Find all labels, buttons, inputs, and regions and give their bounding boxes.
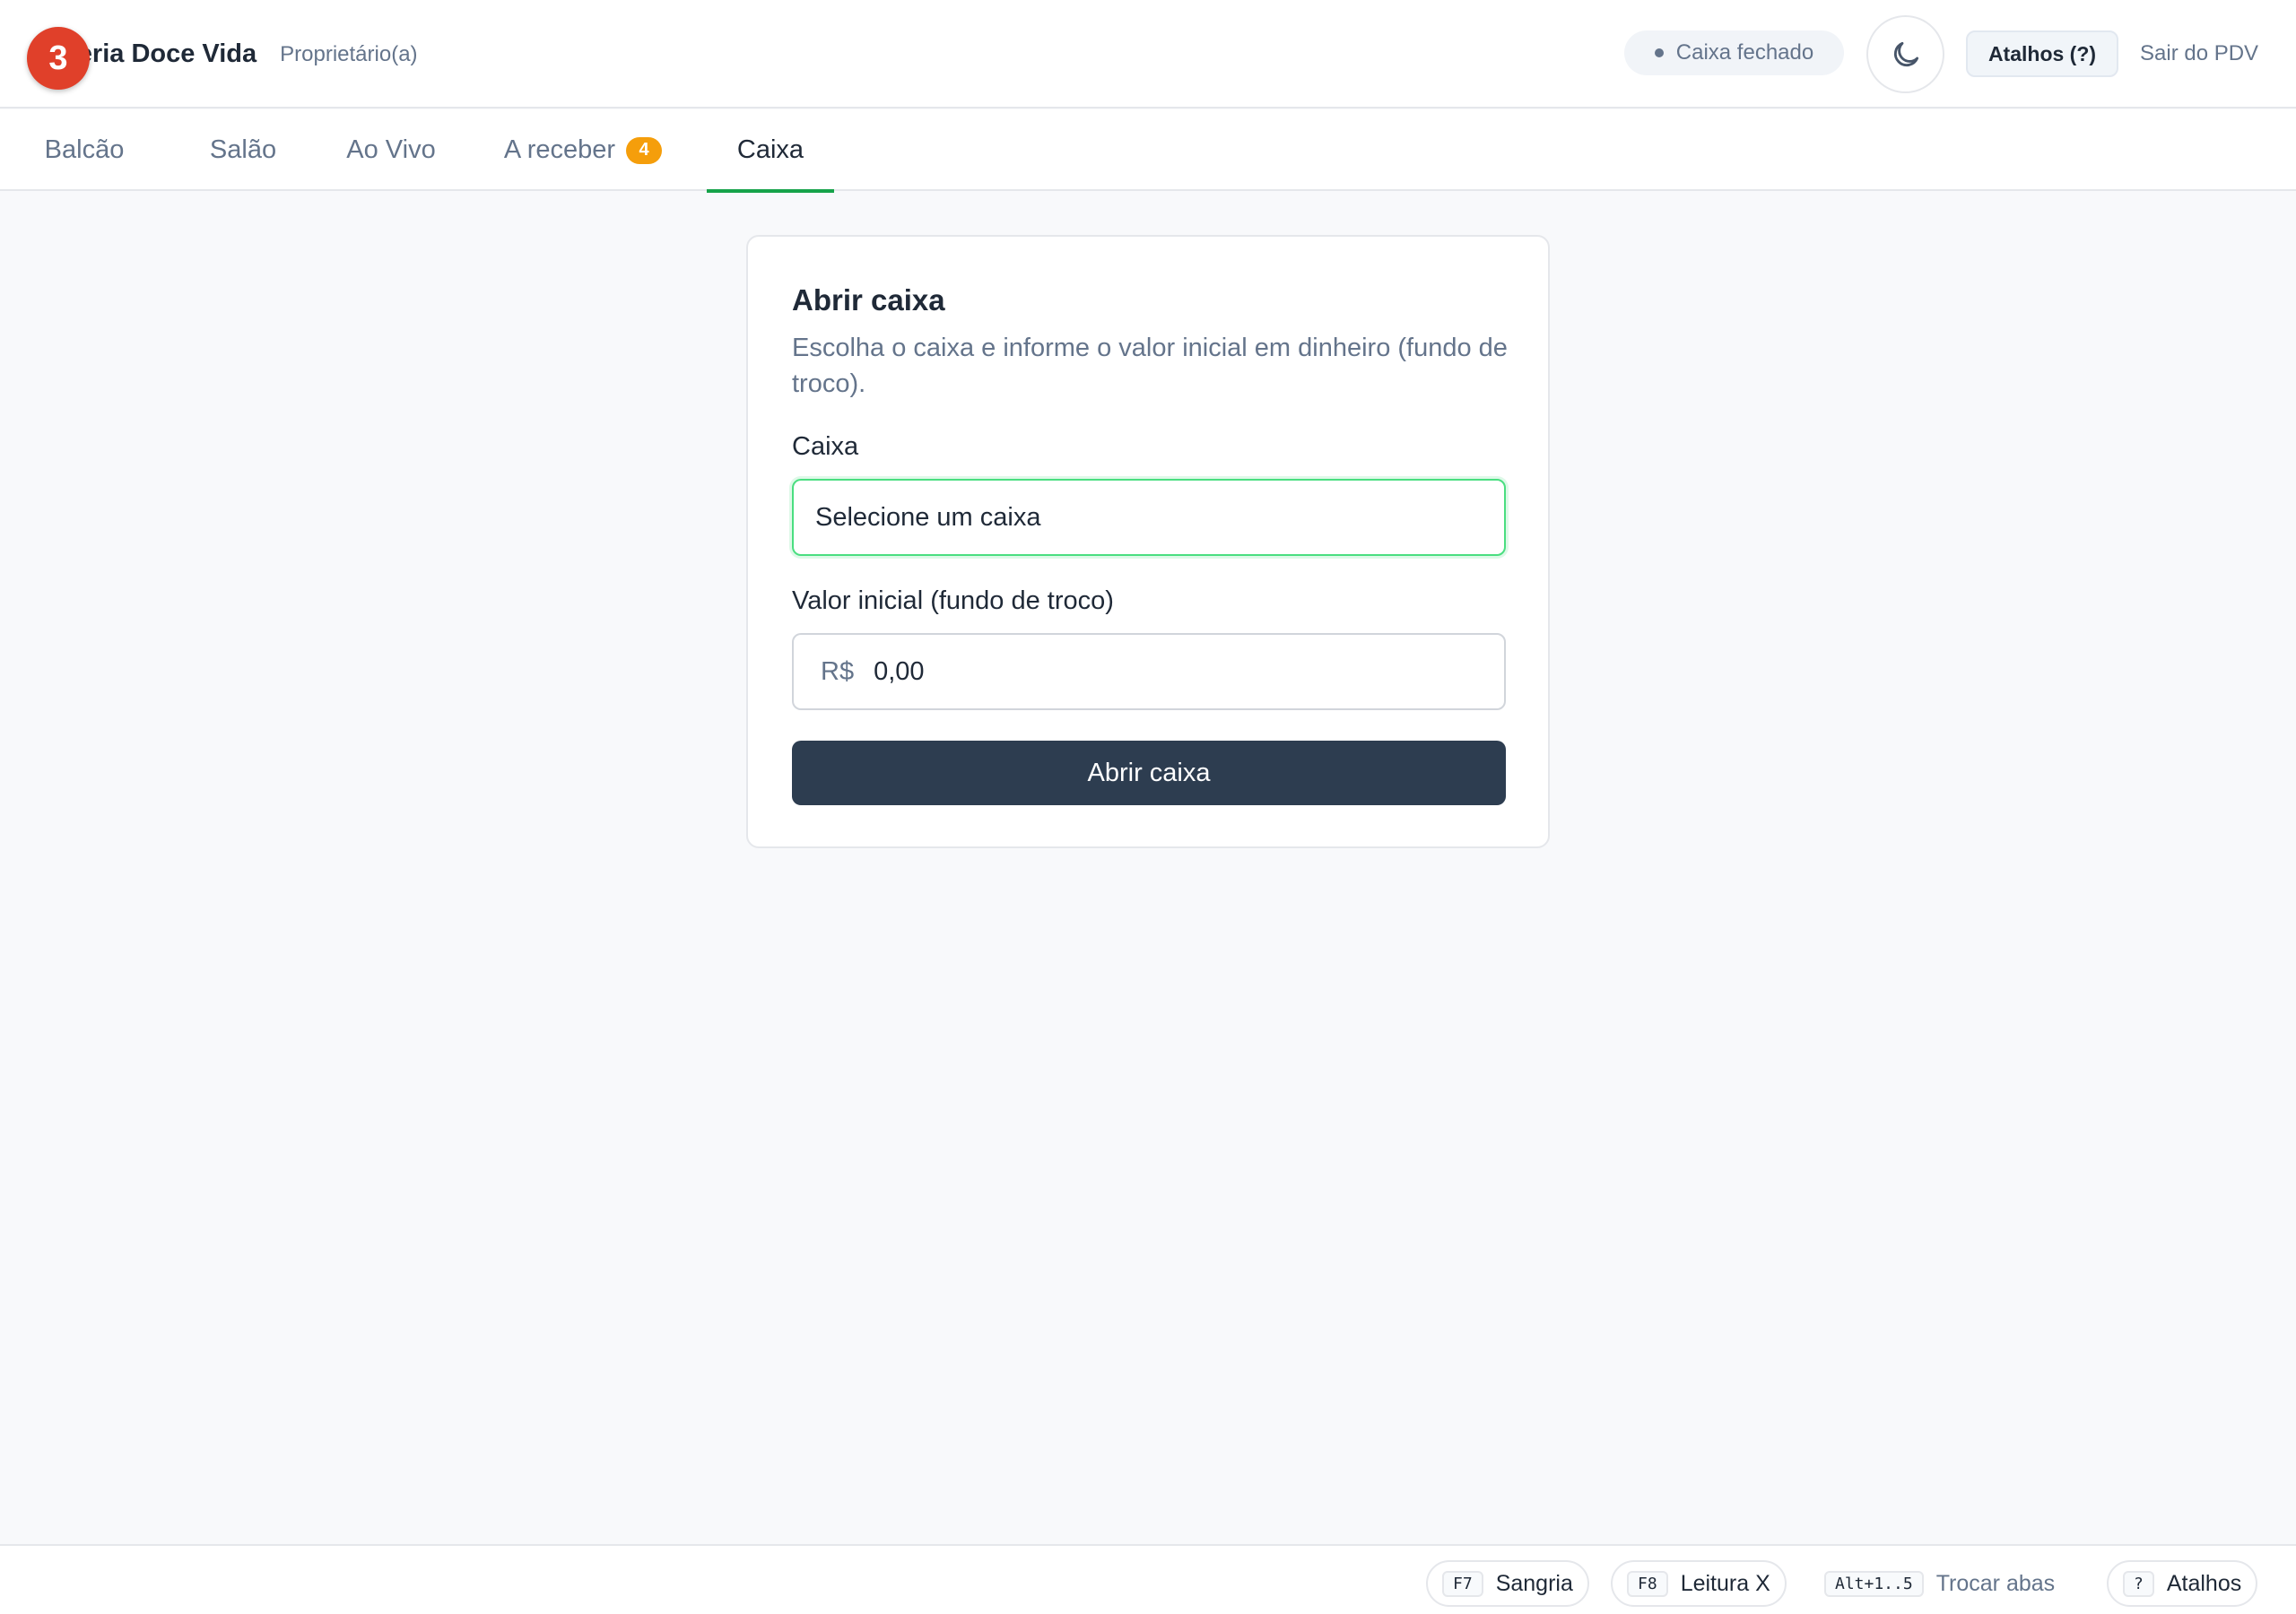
shortcut-sangria[interactable]: F7 Sangria — [1426, 1560, 1589, 1607]
tab-label: Salão — [209, 135, 277, 164]
shortcut-label: Sangria — [1495, 1570, 1573, 1596]
register-status-badge: Caixa fechado — [1624, 30, 1844, 75]
status-dot-icon — [1654, 48, 1664, 57]
amount-field[interactable]: R$ — [792, 633, 1506, 710]
amount-input[interactable] — [874, 656, 1484, 687]
shortcut-label: Trocar abas — [1935, 1570, 2056, 1596]
card-description: Escolha o caixa e informe o valor inicia… — [792, 334, 1508, 398]
pending-count-badge: 4 — [626, 136, 663, 164]
theme-toggle-button[interactable] — [1866, 15, 1944, 93]
register-field-label: Caixa — [792, 432, 859, 461]
tab-label: Ao Vivo — [346, 135, 436, 164]
key-hint: F7 — [1442, 1570, 1483, 1597]
tab-balcao[interactable]: Balcão — [29, 109, 140, 191]
pdv-page: Doceria Doce Vida Proprietário(a) 3 Caix… — [0, 0, 2296, 1614]
user-role: Proprietário(a) — [280, 41, 418, 66]
shortcut-atalhos[interactable]: ? Atalhos — [2107, 1560, 2258, 1607]
shortcut-label: Atalhos — [2166, 1570, 2242, 1596]
register-select-value: Selecione um caixa — [815, 502, 1041, 532]
shortcuts-button[interactable]: Atalhos (?) — [1966, 30, 2118, 77]
amount-field-label: Valor inicial (fundo de troco) — [792, 586, 1114, 615]
tab-label: Caixa — [736, 135, 804, 164]
card-title: Abrir caixa — [792, 283, 945, 317]
open-register-card: Abrir caixa Escolha o caixa e informe o … — [746, 235, 1550, 848]
tab-bar: Balcão Salão Ao Vivo A receber 4 Caixa — [0, 109, 2296, 193]
shortcut-label: Leitura X — [1680, 1570, 1770, 1596]
tab-caixa[interactable]: Caixa — [707, 109, 834, 193]
key-hint: F8 — [1627, 1570, 1668, 1597]
moon-icon — [1893, 41, 1918, 66]
key-hint: ? — [2123, 1570, 2154, 1597]
shortcut-footer: F7 Sangria F8 Leitura X Alt+1..5 Trocar … — [0, 1544, 2296, 1614]
register-status-label: Caixa fechado — [1675, 40, 1814, 65]
top-bar: Doceria Doce Vida Proprietário(a) 3 Caix… — [0, 0, 2296, 108]
key-hint: Alt+1..5 — [1824, 1570, 1924, 1597]
exit-pdv-link[interactable]: Sair do PDV — [2140, 30, 2258, 77]
tab-salao[interactable]: Salão — [179, 109, 307, 191]
currency-prefix: R$ — [821, 656, 855, 686]
shortcut-leitura-x[interactable]: F8 Leitura X — [1611, 1560, 1787, 1607]
tab-label: A receber — [503, 135, 616, 164]
notification-badge[interactable]: 3 — [27, 27, 90, 90]
tab-ao-vivo[interactable]: Ao Vivo — [335, 109, 448, 191]
register-select[interactable]: Selecione um caixa — [792, 479, 1506, 556]
tab-label: Balcão — [44, 135, 125, 164]
shortcut-trocar-abas: Alt+1..5 Trocar abas — [1824, 1560, 2055, 1607]
tab-a-receber[interactable]: A receber 4 — [489, 109, 677, 191]
open-register-button[interactable]: Abrir caixa — [792, 741, 1506, 805]
